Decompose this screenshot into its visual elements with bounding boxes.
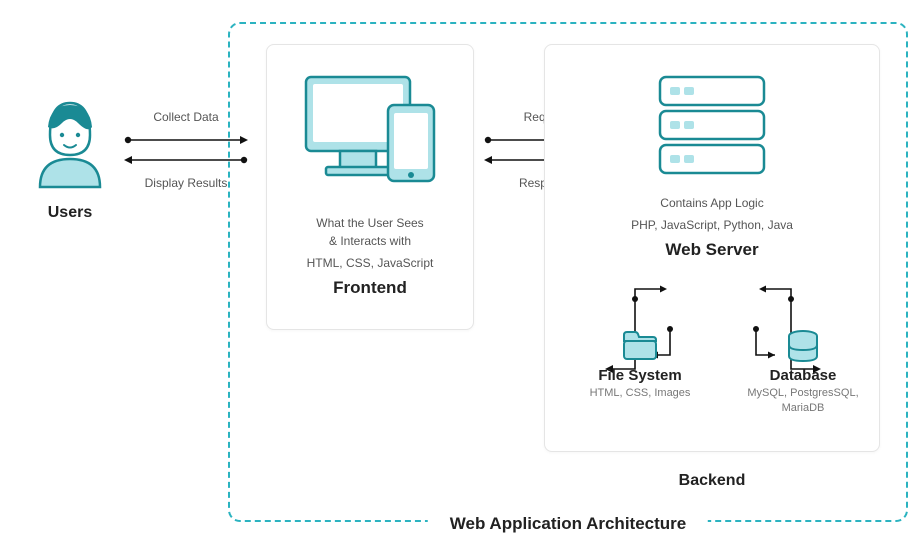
database-icon — [785, 329, 821, 363]
filesystem-title: File System — [565, 367, 715, 384]
filesystem-block: File System HTML, CSS, Images — [565, 329, 715, 401]
architecture-container: What the User Sees & Interacts with HTML… — [228, 22, 908, 522]
backend-label: Backend — [544, 472, 880, 490]
folder-icon — [620, 329, 660, 363]
backend-card: Contains App Logic PHP, JavaScript, Pyth… — [544, 44, 880, 452]
servers-icon — [652, 71, 772, 179]
frontend-desc-2: & Interacts with — [277, 232, 463, 250]
webserver-title: Web Server — [553, 240, 871, 260]
user-icon — [30, 95, 110, 191]
database-tech: MySQL, PostgresSQL, MariaDB — [733, 386, 873, 417]
users-label: Users — [20, 204, 120, 222]
filesystem-tech: HTML, CSS, Images — [565, 386, 715, 401]
frontend-tech: HTML, CSS, JavaScript — [277, 256, 463, 270]
database-title: Database — [733, 367, 873, 384]
architecture-title: Web Application Architecture — [428, 514, 708, 534]
frontend-title: Frontend — [277, 278, 463, 298]
backend-tagline: Contains App Logic — [553, 194, 871, 212]
devices-icon — [300, 71, 440, 191]
database-block: Database MySQL, PostgresSQL, MariaDB — [733, 329, 873, 417]
backend-tech: PHP, JavaScript, Python, Java — [553, 218, 871, 232]
users-block: Users — [20, 95, 120, 222]
frontend-desc-1: What the User Sees — [277, 214, 463, 232]
frontend-card: What the User Sees & Interacts with HTML… — [266, 44, 474, 330]
